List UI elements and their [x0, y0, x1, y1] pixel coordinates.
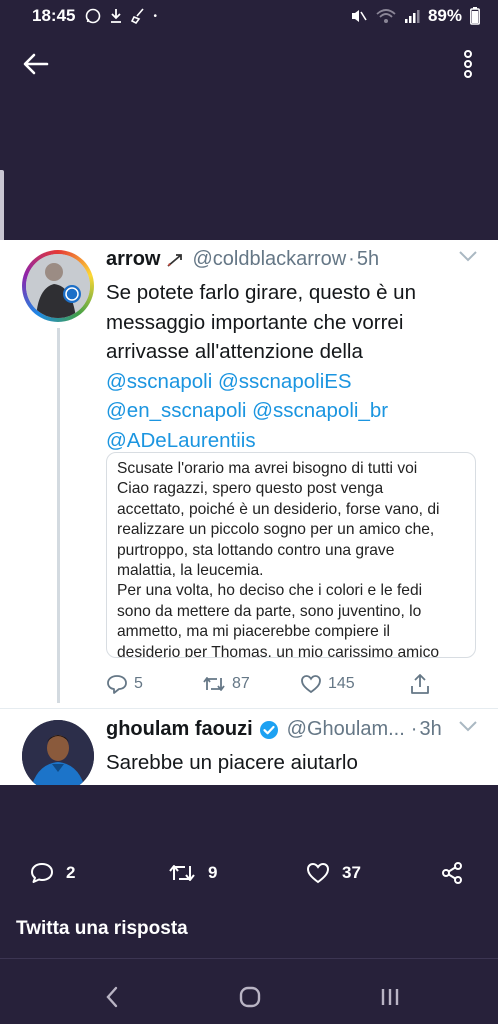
tweet-screenshot-image[interactable]: arrow @coldblackarrow · 5h Se potete far…: [0, 240, 498, 785]
wifi-icon: [376, 9, 396, 23]
separator-dot: ·: [410, 718, 418, 740]
retweet-icon: [169, 865, 195, 881]
like-count: 145: [328, 675, 355, 692]
mention-line[interactable]: @en_sscnapoli @sscnapoli_br: [106, 396, 486, 426]
more-vertical-icon: [464, 50, 472, 78]
mute-icon: [351, 10, 367, 22]
timestamp[interactable]: 5h: [357, 248, 379, 271]
retweet-button[interactable]: 9: [168, 863, 217, 883]
like-count: 37: [342, 863, 361, 882]
attached-line: accettato, poiché è un desiderio, forse …: [117, 500, 440, 518]
attached-line: desiderio per Thomas, un mio carissimo a…: [117, 643, 440, 658]
nav-back-button[interactable]: [96, 982, 128, 1012]
reply-button[interactable]: 5: [106, 674, 202, 694]
like-button[interactable]: 145: [300, 674, 410, 694]
attached-line: Ciao ragazzi, spero questo post venga: [117, 480, 384, 498]
avatar-photo: [26, 254, 90, 318]
battery-percent: 89%: [427, 6, 462, 25]
whatsapp-icon: [86, 8, 101, 24]
dot-icon: •: [153, 10, 157, 22]
arrow-emoji-icon: [167, 253, 183, 267]
tweet-header: arrow @coldblackarrow · 5h: [106, 248, 478, 271]
reply-count: 5: [134, 675, 143, 692]
tweet-text: Se potete farlo girare, questo è un mess…: [106, 278, 486, 455]
recents-icon: [381, 989, 399, 1005]
signal-icon: [404, 10, 420, 23]
attached-line: ammetto, ma mi piacerebbe compiere il: [117, 623, 390, 641]
tweet-text: Sarebbe un piacere aiutarlo: [106, 751, 358, 774]
reply-icon: [107, 675, 127, 694]
comment-count: 2: [66, 863, 76, 882]
handle[interactable]: @coldblackarrow: [192, 248, 346, 271]
display-name[interactable]: arrow: [106, 248, 160, 271]
download-icon: [111, 9, 122, 23]
retweet-count: 9: [208, 863, 218, 882]
tweet-divider: [0, 708, 498, 709]
nav-home-button[interactable]: [234, 982, 266, 1012]
attached-line: realizzare un piccolo sogno per un amico…: [117, 521, 435, 539]
system-nav-bar: [0, 970, 498, 1024]
tweet-actions: 5 87 145: [106, 670, 486, 698]
comment-button[interactable]: 2: [30, 862, 75, 884]
verified-badge-icon: [259, 720, 278, 739]
like-button[interactable]: 37: [306, 862, 361, 884]
mention-line[interactable]: @ADeLaurentiis: [106, 426, 486, 456]
tweet-ghoulam[interactable]: ghoulam faouzi @Ghoulam... · 3h Sarebbe …: [0, 710, 498, 785]
post-actions-bar: 2 9 37: [0, 855, 498, 891]
separator-dot: ·: [348, 248, 355, 270]
tweet-text-line: arrivasse all'attenzione della: [106, 340, 363, 363]
status-time: 18:45: [32, 6, 76, 25]
display-name[interactable]: ghoulam faouzi: [106, 718, 253, 741]
chevron-down-icon[interactable]: [458, 720, 478, 732]
nav-recents-button[interactable]: [374, 982, 406, 1012]
share-button[interactable]: [410, 673, 430, 695]
avatar[interactable]: [22, 720, 94, 785]
app-bar: [0, 40, 498, 88]
mention-line[interactable]: @sscnapoli @sscnapoliES: [106, 367, 486, 397]
share-button[interactable]: [440, 861, 464, 885]
more-options-button[interactable]: [456, 46, 480, 82]
avatar[interactable]: [22, 250, 94, 322]
tweet-text-line: Se potete farlo girare, questo è un: [106, 281, 416, 304]
retweet-icon: [203, 677, 225, 691]
attached-image-text[interactable]: Scusate l'orario ma avrei bisogno di tut…: [106, 452, 476, 658]
battery-icon: [470, 7, 480, 25]
heart-icon: [301, 675, 321, 694]
attached-line: Scusate l'orario ma avrei bisogno di tut…: [117, 460, 418, 477]
chevron-down-icon[interactable]: [458, 250, 478, 262]
home-circle-icon: [239, 986, 261, 1008]
broom-icon: [131, 8, 145, 24]
retweet-count: 87: [232, 675, 250, 692]
chevron-left-icon: [106, 986, 118, 1008]
attached-line: Per una volta, ho deciso che i colori e …: [117, 582, 423, 600]
heart-icon: [306, 862, 330, 884]
share-icon: [442, 862, 462, 884]
arrow-left-icon: [23, 53, 49, 75]
tweet-arrow[interactable]: arrow @coldblackarrow · 5h Se potete far…: [0, 240, 498, 708]
status-bar: 18:45 • 89%: [0, 0, 498, 32]
attached-line: sono da mettere da parte, sono juventino…: [117, 602, 422, 620]
tweet-text-line: messaggio importante che vorrei: [106, 310, 404, 334]
handle[interactable]: @Ghoulam...: [287, 718, 405, 741]
avatar-photo: [22, 720, 94, 785]
back-button[interactable]: [20, 48, 52, 80]
reply-compose-field[interactable]: Twitta una risposta: [16, 918, 188, 940]
comment-icon: [31, 863, 53, 883]
attached-line: purtroppo, sta lottando contro una grave: [117, 541, 395, 559]
timestamp[interactable]: 3h: [419, 718, 441, 741]
tweet-header: ghoulam faouzi @Ghoulam... · 3h: [106, 718, 478, 741]
share-icon: [411, 674, 429, 694]
retweet-button[interactable]: 87: [202, 675, 300, 693]
thread-line: [57, 328, 60, 703]
attached-line: malattia, la leucemia.: [117, 562, 264, 580]
compose-divider: [0, 958, 498, 959]
